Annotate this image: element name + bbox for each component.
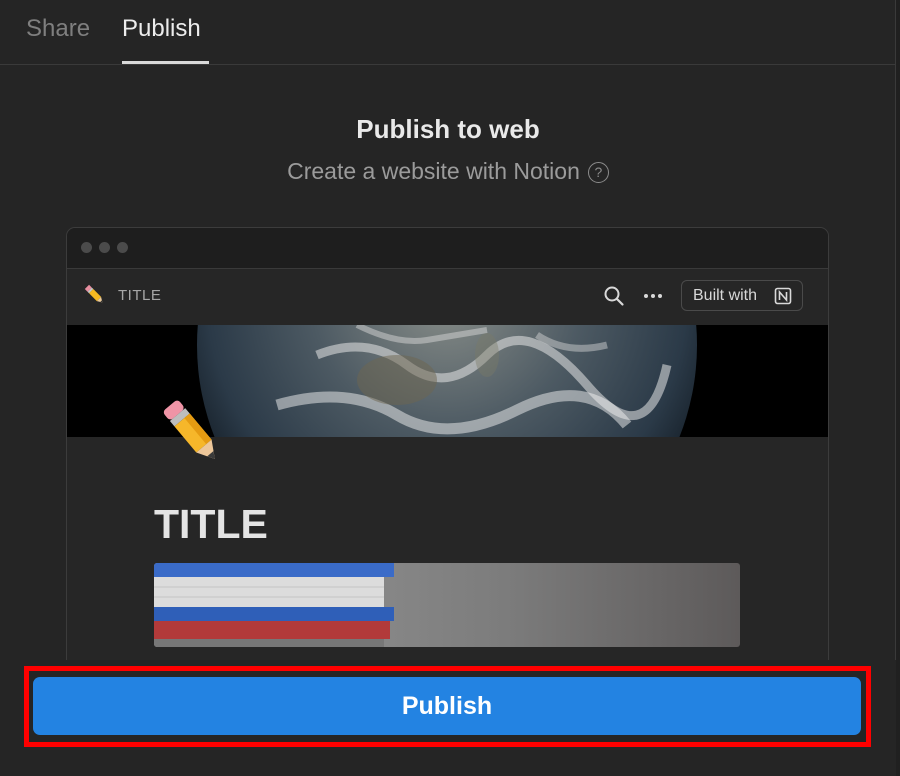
built-with-notion-badge[interactable]: Built with — [681, 280, 803, 311]
more-horizontal-icon[interactable] — [641, 284, 665, 308]
window-dot-icon — [99, 242, 110, 253]
preview-header-title: TITLE — [118, 287, 162, 304]
publish-panel: Share Publish Publish to web Create a we… — [0, 0, 896, 776]
publish-subheading: Create a website with Notion? — [0, 158, 896, 185]
search-icon[interactable] — [603, 285, 625, 307]
books-image — [154, 563, 740, 647]
notion-logo-icon — [774, 287, 792, 305]
website-preview: TITLE Built with TITLE — [66, 227, 829, 689]
publish-heading: Publish to web — [356, 114, 540, 144]
tab-bar: Share Publish — [0, 0, 896, 65]
window-dot-icon — [81, 242, 92, 253]
tab-publish[interactable]: Publish — [122, 14, 201, 44]
publish-subheading-text: Create a website with Notion — [287, 158, 580, 184]
preview-page-header: TITLE Built with — [67, 269, 828, 325]
preview-window-bar — [67, 228, 828, 269]
pencil-icon — [163, 400, 215, 460]
window-dot-icon — [117, 242, 128, 253]
pencil-icon — [84, 284, 103, 303]
active-tab-indicator — [122, 61, 209, 64]
tab-share[interactable]: Share — [26, 14, 90, 44]
question-circle-icon[interactable]: ? — [587, 162, 609, 183]
publish-button[interactable]: Publish — [33, 677, 861, 735]
preview-page-title: TITLE — [154, 501, 268, 547]
built-with-label: Built with — [693, 287, 758, 304]
